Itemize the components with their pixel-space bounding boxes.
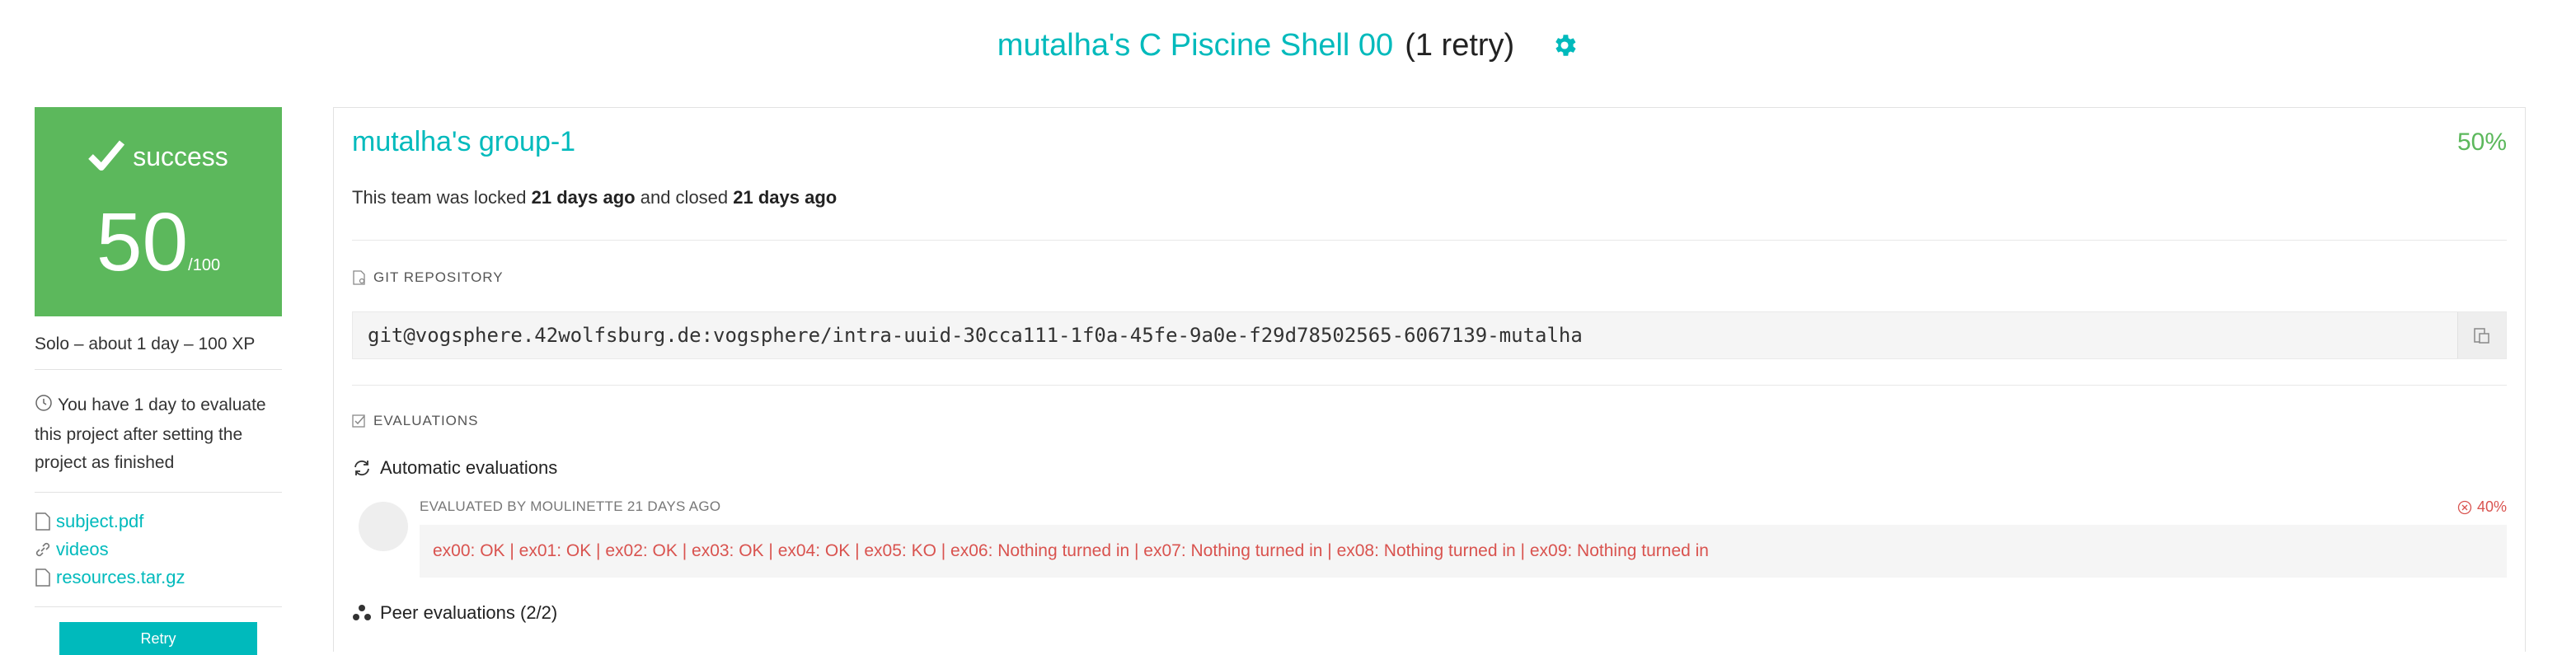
status-label: success: [133, 142, 228, 171]
repo-url[interactable]: git@vogsphere.42wolfsburg.de:vogsphere/i…: [353, 324, 2457, 347]
divider: [35, 606, 282, 607]
team-name[interactable]: mutalha's group-1: [352, 126, 575, 158]
file-icon: [35, 512, 50, 531]
team-panel: mutalha's group-1 50% This team was lock…: [333, 107, 2526, 652]
file-label[interactable]: resources.tar.gz: [56, 567, 185, 588]
evaluated-by: EVALUATED BY MOULINETTE 21 DAYS AGO: [420, 498, 721, 514]
evaluation-trace: ex00: OK | ex01: OK | ex02: OK | ex03: O…: [420, 525, 2507, 578]
page-header: mutalha's C Piscine Shell 00 (1 retry): [0, 0, 2576, 91]
avatar: [359, 502, 408, 551]
peer-label: Peer evaluations (2/2): [380, 602, 558, 623]
divider: [352, 385, 2507, 386]
locked-time: 21 days ago: [531, 187, 636, 208]
section-title: GIT REPOSITORY: [373, 269, 504, 285]
section-title: EVALUATIONS: [373, 413, 479, 428]
score-max: /100: [188, 256, 221, 274]
peer-evaluations-header: Peer evaluations (2/2): [352, 602, 557, 624]
checkbox-icon: [352, 414, 365, 428]
team-lock-info: This team was locked 21 days ago and clo…: [352, 187, 837, 208]
status-panel: success 50/100: [35, 107, 282, 316]
evaluations-section-label: EVALUATIONS: [352, 413, 479, 429]
clock-icon: [35, 393, 53, 421]
fail-icon: [2457, 500, 2472, 514]
project-meta: Solo – about 1 day – 100 XP: [35, 335, 256, 353]
project-title[interactable]: mutalha's C Piscine Shell 00: [997, 28, 1393, 63]
file-link-videos[interactable]: videos: [35, 536, 282, 564]
git-section-label: GIT REPOSITORY: [352, 269, 504, 286]
divider: [35, 492, 282, 493]
file-icon: [353, 270, 365, 285]
file-link-subject[interactable]: subject.pdf: [35, 508, 282, 536]
lock-prefix: This team was locked: [352, 187, 527, 208]
team-percent: 50%: [2456, 128, 2507, 156]
deadline-notice: You have 1 day to evaluate this project …: [35, 391, 282, 477]
copy-icon[interactable]: [2457, 312, 2506, 358]
automatic-evaluations-header: Automatic evaluations: [352, 457, 557, 479]
auto-score-badge: 40%: [2457, 498, 2507, 516]
divider: [35, 369, 282, 370]
retry-button[interactable]: Retry: [59, 622, 257, 655]
people-icon: [353, 605, 371, 620]
check-icon: [88, 138, 125, 175]
closed-time: 21 days ago: [733, 187, 838, 208]
auto-score: 40%: [2476, 498, 2507, 515]
refresh-icon: [354, 460, 369, 476]
link-icon: [35, 542, 50, 557]
gear-icon[interactable]: [1551, 31, 1579, 59]
divider: [352, 240, 2507, 241]
file-label[interactable]: subject.pdf: [56, 511, 143, 532]
retry-count: (1 retry): [1405, 27, 1515, 63]
deadline-text: You have 1 day to evaluate this project …: [35, 395, 266, 472]
repo-url-field[interactable]: git@vogsphere.42wolfsburg.de:vogsphere/i…: [352, 311, 2507, 359]
project-sidebar: success 50/100 Solo – about 1 day – 100 …: [35, 107, 282, 655]
file-icon: [35, 568, 50, 587]
file-link-resources[interactable]: resources.tar.gz: [35, 564, 282, 592]
closed-word: and closed: [640, 187, 729, 208]
file-label[interactable]: videos: [56, 539, 109, 560]
final-score: 50: [96, 196, 189, 288]
automatic-label: Automatic evaluations: [380, 457, 558, 478]
